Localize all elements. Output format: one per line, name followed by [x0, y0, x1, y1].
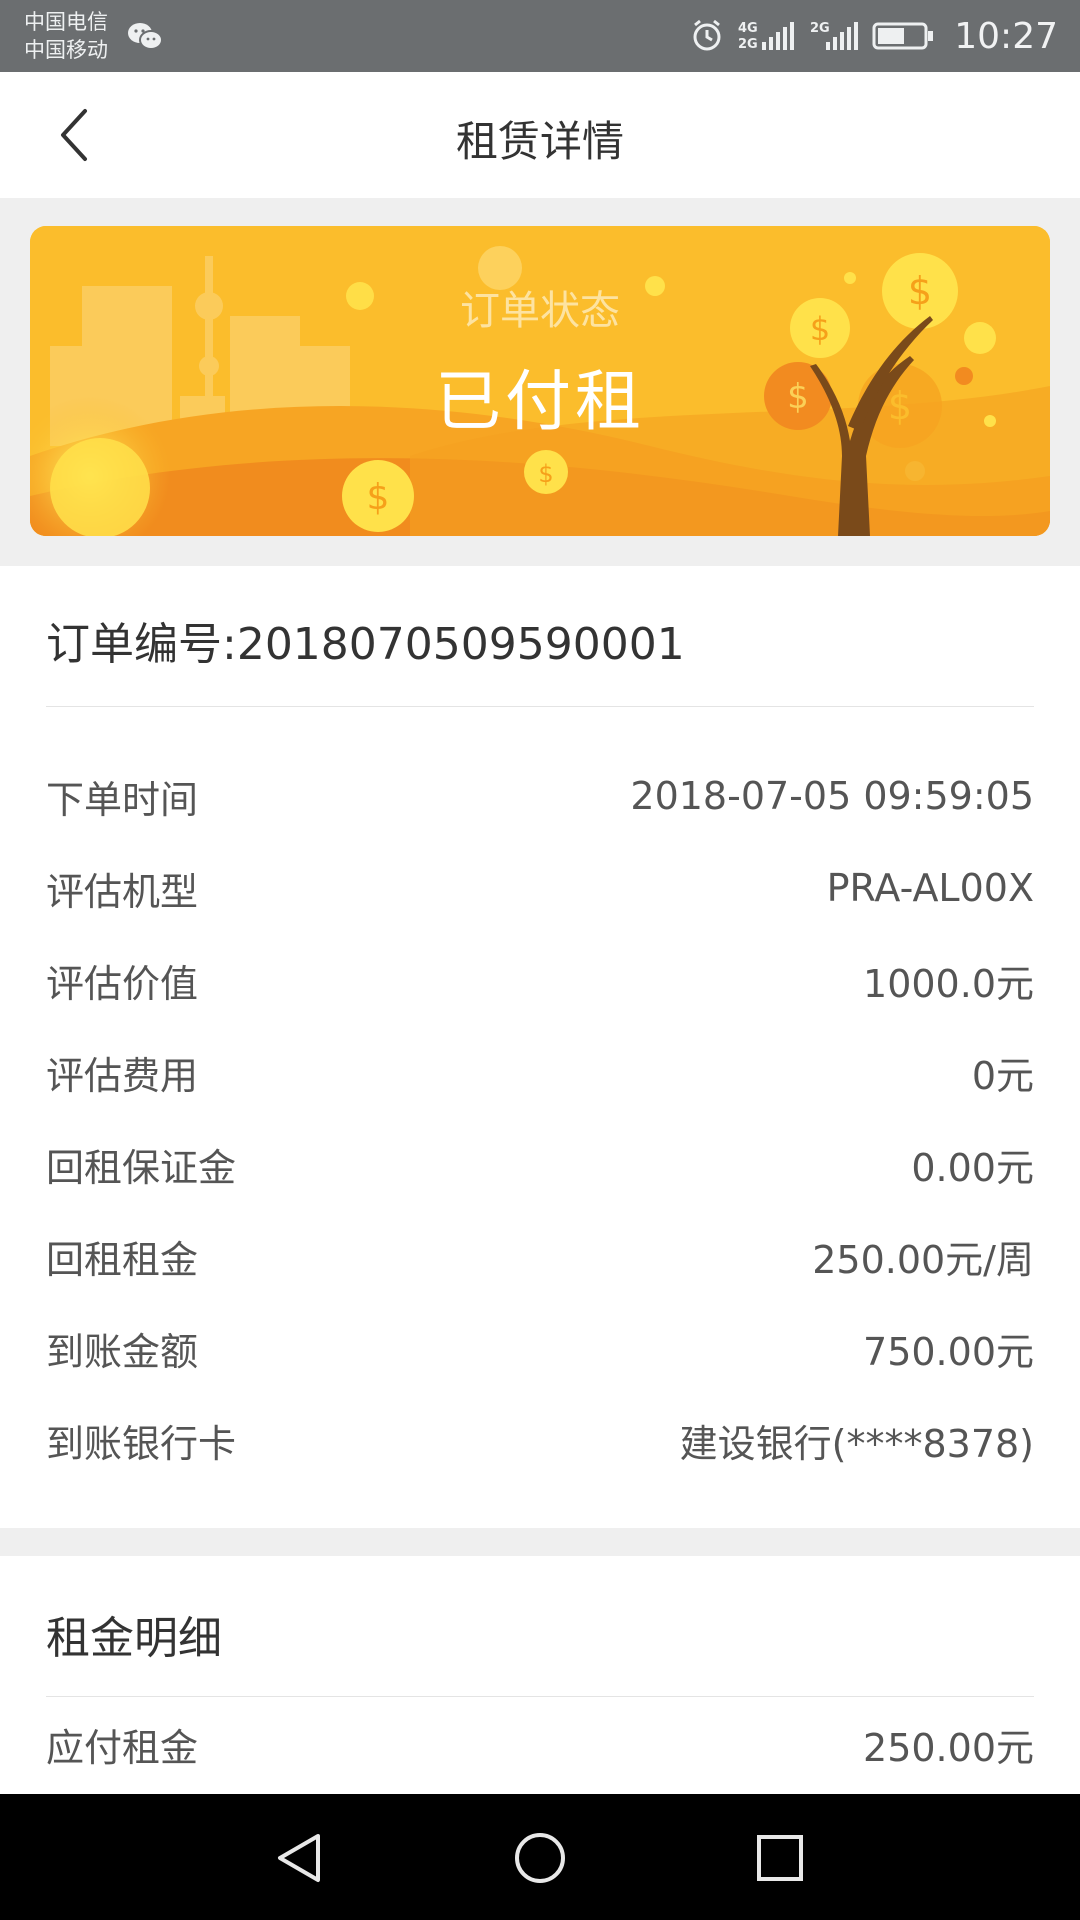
row-value: 建设银行(****8378)	[679, 1421, 1034, 1466]
detail-row-order-time: 下单时间 2018-07-05 09:59:05	[46, 766, 1034, 826]
svg-text:$: $	[367, 477, 390, 518]
row-label: 评估价值	[46, 961, 199, 1006]
divider	[46, 706, 1034, 707]
order-number: 订单编号:2018070509590001	[46, 619, 685, 670]
row-label: 评估机型	[46, 869, 199, 914]
order-status-value: 已付租	[435, 363, 645, 440]
row-value: 0.00元	[911, 1145, 1034, 1190]
svg-text:2G: 2G	[738, 37, 758, 52]
row-label: 到账银行卡	[46, 1421, 237, 1466]
row-value: 750.00元	[863, 1329, 1034, 1374]
app-header: 租赁详情	[0, 72, 1080, 198]
clock-time: 10:27	[954, 15, 1058, 57]
row-value: 250.00元/周	[812, 1237, 1034, 1282]
carrier-1: 中国电信	[24, 10, 108, 34]
nav-home-icon[interactable]	[510, 1828, 570, 1888]
detail-row-value: 评估价值 1000.0元	[46, 950, 1034, 1010]
detail-row-fee: 评估费用 0元	[46, 1042, 1034, 1102]
row-label: 下单时间	[46, 777, 199, 822]
detail-row-deposit: 回租保证金 0.00元	[46, 1134, 1034, 1194]
rent-detail-card: 租金明细 应付租金 250.00元	[0, 1556, 1080, 1794]
detail-row-rent: 回租租金 250.00元/周	[46, 1226, 1034, 1286]
divider	[46, 1696, 1034, 1697]
status-right: 4G 2G 2G 10:27	[690, 12, 1058, 60]
row-value: 2018-07-05 09:59:05	[630, 774, 1034, 818]
carrier-2: 中国移动	[24, 38, 108, 62]
detail-row-bank-card: 到账银行卡 建设银行(****8378)	[46, 1410, 1034, 1470]
alarm-icon	[693, 19, 721, 51]
status-banner-area: $ $ $ $ $ $ 订单状态 已付租	[0, 198, 1080, 566]
status-bar: 中国电信 中国移动 4G 2G 2G 10:27	[0, 0, 1080, 72]
system-nav-bar	[0, 1794, 1080, 1920]
rent-detail-title: 租金明细	[46, 1613, 222, 1664]
svg-text:$: $	[538, 460, 553, 488]
svg-text:2G: 2G	[810, 21, 830, 36]
order-detail-card: 订单编号:2018070509590001 下单时间 2018-07-05 09…	[0, 566, 1080, 1528]
nav-recents-icon[interactable]	[750, 1828, 810, 1888]
detail-row-payable-rent: 应付租金 250.00元	[46, 1714, 1034, 1774]
svg-text:4G: 4G	[738, 21, 758, 36]
battery-icon	[872, 22, 934, 50]
signal-4g-icon: 4G 2G	[738, 21, 795, 52]
row-label: 回租租金	[46, 1237, 199, 1282]
order-status-label: 订单状态	[460, 288, 620, 334]
row-label: 到账金额	[46, 1329, 199, 1374]
detail-row-received: 到账金额 750.00元	[46, 1318, 1034, 1378]
page-title: 租赁详情	[455, 117, 624, 166]
row-value: 0元	[971, 1053, 1034, 1098]
order-status-banner: $ $ $ $ $ $ 订单状态 已付租	[30, 226, 1050, 536]
signal-2g-icon: 2G	[810, 21, 859, 50]
nav-back-icon[interactable]	[270, 1828, 330, 1888]
row-value: 250.00元	[863, 1725, 1034, 1770]
row-label: 应付租金	[46, 1725, 199, 1770]
row-value: PRA-AL00X	[826, 866, 1034, 910]
carrier-info: 中国电信 中国移动	[24, 8, 108, 64]
detail-row-model: 评估机型 PRA-AL00X	[46, 858, 1034, 918]
wechat-icon	[128, 23, 163, 50]
row-value: 1000.0元	[863, 961, 1034, 1006]
row-label: 回租保证金	[46, 1145, 237, 1190]
row-label: 评估费用	[46, 1053, 199, 1098]
